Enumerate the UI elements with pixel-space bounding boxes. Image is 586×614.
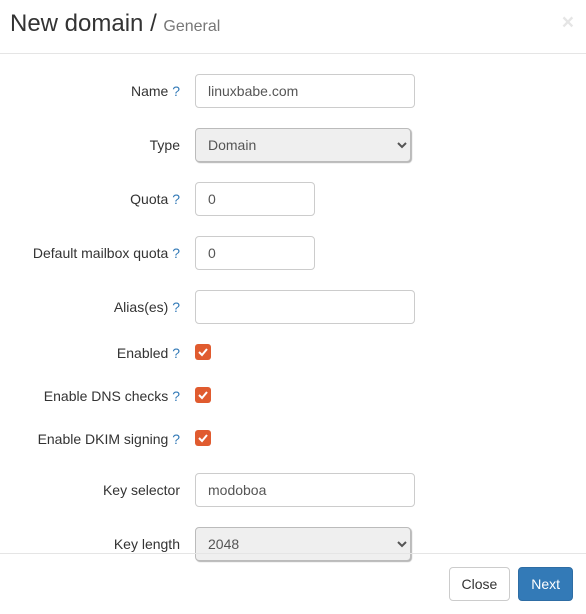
default-mailbox-quota-label: Default mailbox quota ? (15, 245, 195, 261)
quota-input[interactable] (195, 182, 315, 216)
type-select[interactable]: Domain (195, 128, 411, 162)
form-row-aliases: Alias(es) ? (15, 290, 571, 324)
modal-body: Name ? Type Domain Quota ? Default mailb… (0, 54, 586, 611)
default-mailbox-quota-input[interactable] (195, 236, 315, 270)
next-button[interactable]: Next (518, 567, 573, 601)
help-icon[interactable]: ? (172, 388, 180, 404)
form-row-key-selector: Key selector (15, 473, 571, 507)
checkmark-icon (197, 389, 209, 401)
name-input[interactable] (195, 74, 415, 108)
help-icon[interactable]: ? (172, 245, 180, 261)
close-icon[interactable]: × (562, 12, 574, 33)
key-selector-label: Key selector (15, 482, 195, 498)
form-row-quota: Quota ? (15, 182, 571, 216)
title-subtitle: General (163, 18, 220, 35)
modal-header: × New domain / General (0, 0, 586, 54)
close-button[interactable]: Close (449, 567, 511, 601)
form-row-enabled: Enabled ? (15, 344, 571, 361)
form-row-enable-dkim-signing: Enable DKIM signing ? (15, 430, 571, 447)
enable-dns-checks-checkbox[interactable] (195, 387, 211, 403)
modal-footer: Close Next (0, 553, 586, 614)
modal-title: New domain / General (10, 10, 576, 38)
checkmark-icon (197, 346, 209, 358)
help-icon[interactable]: ? (172, 83, 180, 99)
key-length-label: Key length (15, 536, 195, 552)
form-row-default-mailbox-quota: Default mailbox quota ? (15, 236, 571, 270)
enable-dns-checks-label: Enable DNS checks ? (15, 388, 195, 404)
name-label: Name ? (15, 83, 195, 99)
help-icon[interactable]: ? (172, 191, 180, 207)
enabled-label: Enabled ? (15, 345, 195, 361)
quota-label: Quota ? (15, 191, 195, 207)
help-icon[interactable]: ? (172, 299, 180, 315)
help-icon[interactable]: ? (172, 431, 180, 447)
aliases-input[interactable] (195, 290, 415, 324)
form-row-enable-dns-checks: Enable DNS checks ? (15, 387, 571, 404)
enabled-checkbox[interactable] (195, 344, 211, 360)
form-row-type: Type Domain (15, 128, 571, 162)
aliases-label: Alias(es) ? (15, 299, 195, 315)
help-icon[interactable]: ? (172, 345, 180, 361)
type-label: Type (15, 137, 195, 153)
enable-dkim-signing-checkbox[interactable] (195, 430, 211, 446)
key-selector-input[interactable] (195, 473, 415, 507)
form-row-name: Name ? (15, 74, 571, 108)
title-main: New domain / (10, 10, 157, 37)
enable-dkim-signing-label: Enable DKIM signing ? (15, 431, 195, 447)
checkmark-icon (197, 432, 209, 444)
